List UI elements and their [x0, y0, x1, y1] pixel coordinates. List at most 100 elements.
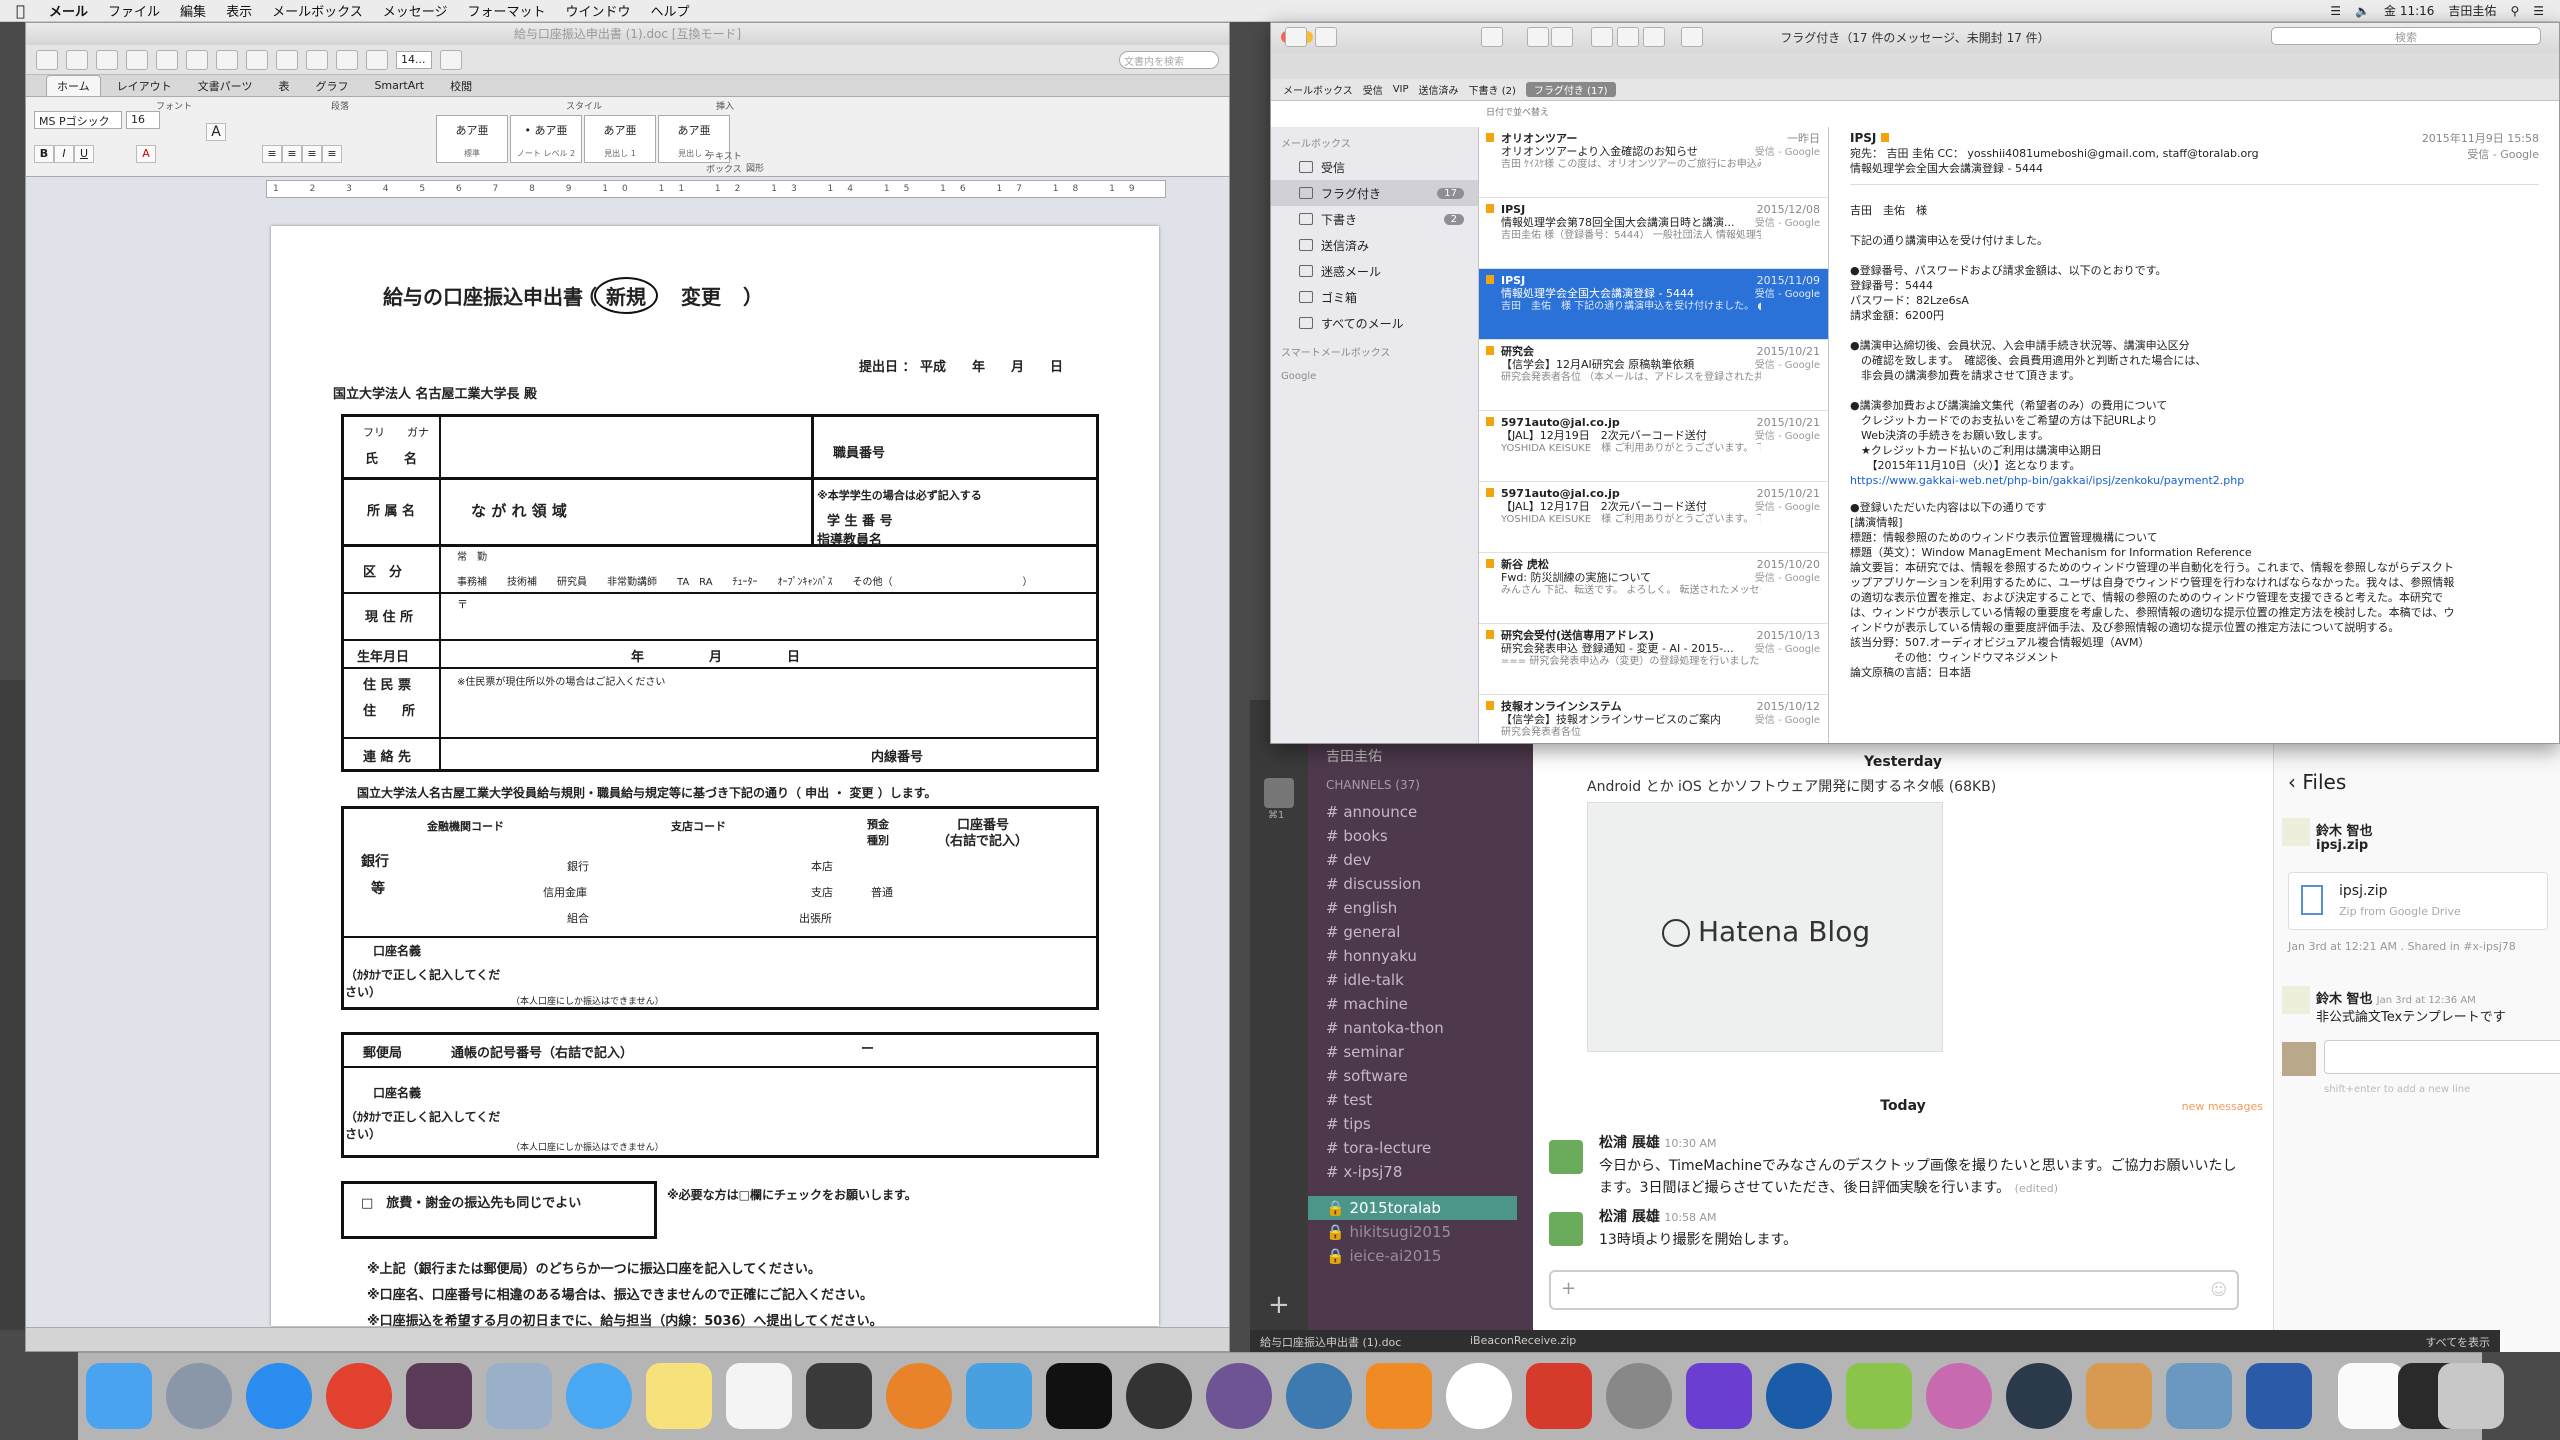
message-item[interactable]: 研究会 2015/10/21 【信学会】12月AI研究会 原稿執筆依頼 受信 - Go…	[1479, 340, 1828, 411]
align-right-button[interactable]: ≡	[302, 145, 322, 163]
flag-icon[interactable]	[1681, 27, 1703, 47]
powerpoint-icon[interactable]	[1526, 1363, 1592, 1429]
tab-chart[interactable]: グラフ	[305, 76, 358, 96]
avatar[interactable]	[1549, 1140, 1583, 1174]
message-author[interactable]: 松浦 展雄	[1599, 1135, 1660, 1151]
channel-ieice-ai2015[interactable]: 🔒 ieice-ai2015	[1308, 1244, 1533, 1268]
tab-table[interactable]: 表	[268, 76, 299, 96]
android-studio-icon[interactable]	[1846, 1363, 1912, 1429]
minimized-doc[interactable]: 給与口座振込申出書 (1).doc	[1260, 1334, 1401, 1350]
font-color-button[interactable]: A	[136, 145, 156, 163]
channel-x-ipsj78[interactable]: # x-ipsj78	[1308, 1160, 1533, 1184]
undo-icon[interactable]	[246, 49, 268, 70]
attach-plus-icon[interactable]: +	[1561, 1278, 1576, 1299]
reply-icon[interactable]	[1591, 27, 1613, 47]
print-icon[interactable]	[126, 49, 148, 70]
quicktime-icon[interactable]	[1766, 1363, 1832, 1429]
mailbox-flagged[interactable]: フラグ付き 17	[1271, 180, 1478, 206]
mail-search-input[interactable]: 検索	[2271, 27, 2541, 45]
avatar[interactable]	[2282, 818, 2310, 846]
cut-icon[interactable]	[156, 49, 178, 70]
app-icon[interactable]	[1926, 1363, 1992, 1429]
avatar[interactable]	[2282, 986, 2310, 1014]
channel-hikitsugi2015[interactable]: 🔒 hikitsugi2015	[1308, 1220, 1533, 1244]
preview-icon[interactable]	[2166, 1363, 2232, 1429]
document-page[interactable]: 給与の口座振込申出書 （ 新規 変更 ） 提出日 ： 平成 年 月 日 国立大学…	[271, 226, 1159, 1329]
team-icon[interactable]	[1264, 778, 1294, 808]
file-name[interactable]: ipsj.zip	[2316, 838, 2368, 853]
sidebar-icon[interactable]	[366, 49, 388, 70]
wifi-icon[interactable]: ☰	[2330, 4, 2341, 18]
help-icon[interactable]	[440, 49, 462, 70]
channel-nantoka-thon[interactable]: # nantoka-thon	[1308, 1016, 1533, 1040]
channel-tips[interactable]: # tips	[1308, 1112, 1533, 1136]
message-item[interactable]: 研究会受付(送信専用アドレス) 2015/10/13 研究会発表申込 登録通知 - …	[1479, 624, 1828, 695]
finder-icon[interactable]	[86, 1363, 152, 1429]
channel-2015toralab[interactable]: 🔒 2015toralab	[1308, 1196, 1517, 1220]
ruler[interactable]: 1 2 3 4 5 6 7 8 9 10 11 12 13 14 15 16 1…	[266, 180, 1166, 198]
fav-flagged[interactable]: フラグ付き (17)	[1525, 82, 1616, 97]
channel-honnyaku[interactable]: # honnyaku	[1308, 944, 1533, 968]
archive-icon[interactable]	[1481, 27, 1503, 47]
mailbox-drafts[interactable]: 下書き 2	[1271, 206, 1478, 232]
bold-button[interactable]: B	[34, 145, 54, 163]
document-stack-icon[interactable]	[2338, 1363, 2404, 1429]
message-item[interactable]: 5971auto@jal.co.jp 2015/10/21 【JAL】12月17日 …	[1479, 482, 1828, 553]
style-normal[interactable]: あア亜 標準	[436, 115, 508, 163]
link-preview-image[interactable]: Hatena Blog	[1587, 802, 1943, 1052]
comment-author[interactable]: 鈴木 智也	[2316, 992, 2373, 1007]
justify-button[interactable]: ≡	[322, 145, 342, 163]
menu-view[interactable]: 表示	[216, 1, 262, 20]
channel-general[interactable]: # general	[1308, 920, 1533, 944]
clock[interactable]: 金 11:16	[2384, 2, 2434, 19]
channel-test[interactable]: # test	[1308, 1088, 1533, 1112]
file-card[interactable]: ipsj.zip Zip from Google Drive	[2288, 872, 2548, 930]
fav-sent[interactable]: 送信済み	[1419, 82, 1459, 97]
message-item[interactable]: IPSJ 2015/12/08 情報処理学会第78回全国大会講演日時と講演... 受信…	[1479, 198, 1828, 269]
menu-edit[interactable]: 編集	[170, 1, 216, 20]
timemachine-icon[interactable]	[1126, 1363, 1192, 1429]
eclipse-icon[interactable]	[886, 1363, 952, 1429]
mailbox-header[interactable]: メールボックス	[1271, 127, 1478, 154]
slack-username[interactable]: 吉田圭佑	[1326, 746, 1382, 766]
menu-app[interactable]: メール	[39, 1, 98, 20]
avatar[interactable]	[1549, 1212, 1583, 1246]
table-icon[interactable]	[306, 49, 328, 70]
message-input[interactable]: + ☺	[1549, 1270, 2239, 1310]
textbox-button[interactable]: テキスト ボックス	[706, 149, 746, 175]
doc-search-input[interactable]: 文書内を検索	[1119, 50, 1219, 69]
channel-seminar[interactable]: # seminar	[1308, 1040, 1533, 1064]
chrome-icon[interactable]	[326, 1363, 392, 1429]
word-icon[interactable]	[2246, 1363, 2312, 1429]
channel-discussion[interactable]: # discussion	[1308, 872, 1533, 896]
save-icon[interactable]	[96, 49, 118, 70]
style-note2[interactable]: • あア亜 ノート レベル 2	[510, 115, 582, 163]
open-icon[interactable]	[66, 49, 88, 70]
search-icon[interactable]: ⚲	[2510, 4, 2519, 18]
message-time[interactable]: 10:30 AM	[1664, 1137, 1716, 1150]
channel-dev[interactable]: # dev	[1308, 848, 1533, 872]
minimized-zip[interactable]: iBeaconReceive.zip	[1470, 1334, 1576, 1347]
tab-review[interactable]: 校閲	[440, 76, 482, 96]
mailbox-all[interactable]: すべてのメール	[1271, 310, 1478, 336]
apple-menu-icon[interactable]: 	[0, 2, 39, 20]
mailbox-sent[interactable]: 送信済み	[1271, 232, 1478, 258]
menu-message[interactable]: メッセージ	[373, 1, 458, 20]
menu-help[interactable]: ヘルプ	[640, 1, 699, 20]
underline-button[interactable]: U	[74, 145, 94, 163]
copy-icon[interactable]	[186, 49, 208, 70]
channel-books[interactable]: # books	[1308, 824, 1533, 848]
reply-all-icon[interactable]	[1617, 27, 1639, 47]
launchpad-icon[interactable]	[166, 1363, 232, 1429]
notification-icon[interactable]: ☰	[2533, 4, 2544, 18]
message-item[interactable]: 5971auto@jal.co.jp 2015/10/21 【JAL】12月19日 …	[1479, 411, 1828, 482]
sourcetree-icon[interactable]	[1286, 1363, 1352, 1429]
channel-machine[interactable]: # machine	[1308, 992, 1533, 1016]
github-icon[interactable]	[1206, 1363, 1272, 1429]
back-chevron-icon[interactable]: ‹	[2288, 770, 2296, 794]
link-title[interactable]: Android とか iOS とかソフトウェア開発に関するネタ帳 (68KB)	[1587, 776, 1996, 796]
calculator-icon[interactable]	[2086, 1363, 2152, 1429]
add-team-icon[interactable]: +	[1268, 1290, 1290, 1320]
ibooks-icon[interactable]	[1366, 1363, 1432, 1429]
show-all[interactable]: すべてを表示	[2425, 1334, 2490, 1350]
